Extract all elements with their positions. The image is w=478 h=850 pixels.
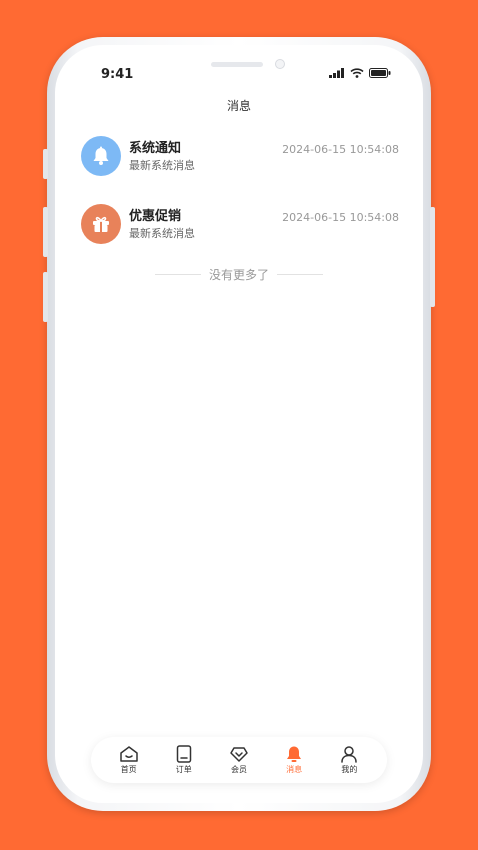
no-more-text: 没有更多了 — [208, 268, 269, 282]
message-item-system[interactable]: 系统通知 最新系统消息 2024-06-15 10:54:08 — [81, 135, 399, 179]
home-icon — [119, 746, 138, 762]
message-subtitle: 最新系统消息 — [129, 227, 195, 240]
order-icon — [176, 745, 192, 763]
message-title: 系统通知 — [129, 141, 182, 156]
divider-line — [154, 274, 201, 275]
message-time: 2024-06-15 10:54:08 — [282, 211, 399, 224]
member-icon — [230, 747, 248, 762]
message-item-promotion[interactable]: 优惠促销 最新系统消息 2024-06-15 10:54:08 — [81, 203, 399, 247]
tab-profile[interactable]: 我的 — [329, 745, 369, 775]
wifi-icon — [350, 68, 364, 78]
message-subtitle: 最新系统消息 — [129, 159, 195, 172]
bell-icon — [93, 146, 109, 165]
status-icons — [329, 68, 391, 78]
side-button-mute — [43, 149, 48, 179]
signal-icon — [329, 68, 344, 78]
profile-icon — [341, 746, 358, 763]
tab-orders[interactable]: 订单 — [164, 745, 204, 775]
message-title: 优惠促销 — [129, 209, 182, 224]
front-camera — [275, 59, 285, 69]
bottom-tabbar: 首页 订单 会员 消息 我的 — [91, 737, 387, 783]
tab-label: 消息 — [286, 765, 303, 774]
bell-icon — [287, 746, 302, 762]
no-more-indicator: 没有更多了 — [55, 266, 423, 283]
tab-label: 订单 — [175, 765, 192, 774]
side-button-power — [430, 207, 435, 307]
message-avatar — [81, 204, 121, 244]
side-button-volume-down — [43, 272, 48, 322]
battery-icon — [369, 68, 391, 78]
gift-icon — [93, 216, 109, 232]
tab-member[interactable]: 会员 — [219, 745, 259, 775]
screen: 9:41 消息 系统通知 最新系统消息 2024-06-15 10:54:08 … — [55, 45, 423, 803]
tab-label: 会员 — [230, 765, 247, 774]
status-bar: 9:41 — [55, 45, 423, 85]
page-title: 消息 — [226, 99, 251, 113]
side-button-volume-up — [43, 207, 48, 257]
message-avatar — [81, 136, 121, 176]
tab-home[interactable]: 首页 — [109, 745, 149, 775]
tab-messages[interactable]: 消息 — [274, 745, 314, 775]
speaker-grille — [211, 62, 263, 67]
tab-label: 我的 — [341, 765, 358, 774]
phone-frame: 9:41 消息 系统通知 最新系统消息 2024-06-15 10:54:08 … — [43, 37, 435, 811]
divider-line — [277, 274, 323, 275]
status-time: 9:41 — [101, 67, 134, 82]
message-time: 2024-06-15 10:54:08 — [282, 143, 399, 156]
tab-label: 首页 — [120, 765, 137, 774]
